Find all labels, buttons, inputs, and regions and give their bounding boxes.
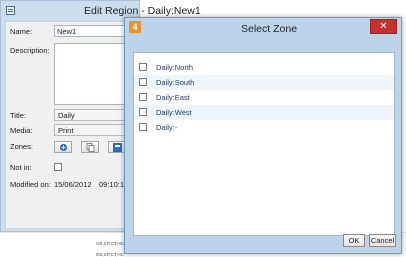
modified-date: 15/06/2012: [54, 180, 92, 189]
modified-label: Modified on:: [10, 180, 51, 189]
add-zone-icon: [59, 143, 68, 152]
select-zone-icon: [113, 143, 122, 152]
title-value: Daily: [58, 111, 75, 120]
zone-list-item[interactable]: Daily:North: [134, 60, 394, 75]
cancel-button[interactable]: Cancel: [369, 234, 396, 247]
zone-checkbox[interactable]: [139, 78, 147, 86]
zone-label: Daily:East: [156, 93, 190, 102]
zone-label: Daily:North: [156, 63, 194, 72]
zone-label: Daily:West: [156, 108, 192, 117]
zone-list-item[interactable]: Daily:South: [134, 75, 394, 90]
window-title: Edit Region - Daily:New1: [84, 5, 201, 17]
dialog-title: Select Zone: [241, 23, 298, 35]
zone-checkbox[interactable]: [139, 123, 147, 131]
media-label: Media:: [10, 126, 33, 135]
title-dropdown[interactable]: Daily ▾: [54, 109, 130, 121]
select-zone-dialog: 4 Select Zone ✕ Daily:North Daily:South …: [124, 17, 402, 254]
document-icon: [6, 6, 15, 15]
zone-checkbox[interactable]: [139, 63, 147, 71]
add-zone-button[interactable]: [54, 141, 72, 153]
zone-checkbox[interactable]: [139, 108, 147, 116]
copy-zone-button[interactable]: [81, 141, 99, 153]
zone-list-item[interactable]: Daily:-: [134, 120, 394, 135]
close-icon: ✕: [379, 21, 388, 32]
zones-label: Zones:: [10, 142, 33, 151]
edit-region-titlebar[interactable]: Edit Region - Daily:New1: [1, 1, 201, 21]
media-dropdown[interactable]: Print ▾: [54, 124, 130, 136]
zone-buttons: [54, 141, 134, 154]
not-in-checkbox[interactable]: [54, 163, 62, 171]
zone-label: Daily:South: [156, 78, 195, 87]
background-text: OS,CP,CT,HC: [96, 241, 124, 246]
edit-region-window: Edit Region - Daily:New1 Name: New1 Desc…: [0, 0, 201, 232]
zone-list-item[interactable]: Daily:East: [134, 90, 394, 105]
zone-list: Daily:North Daily:South Daily:East Daily…: [133, 52, 395, 236]
description-label: Description:: [10, 46, 50, 55]
zone-list-item[interactable]: Daily:West: [134, 105, 394, 120]
copy-icon: [86, 143, 95, 152]
close-button[interactable]: ✕: [370, 19, 397, 34]
select-zone-titlebar[interactable]: 4 Select Zone ✕: [125, 18, 401, 38]
background-text: OS,CP,CT,HC: [96, 252, 124, 257]
not-in-label: Not in:: [10, 163, 32, 172]
ok-button[interactable]: OK: [343, 234, 365, 247]
zone-checkbox[interactable]: [139, 93, 147, 101]
title-label: Title:: [10, 111, 26, 120]
edit-region-form: Name: New1 Description: Title: Daily ▾ M…: [5, 21, 138, 229]
app-icon: 4: [129, 21, 141, 33]
zone-label: Daily:-: [156, 123, 178, 132]
media-value: Print: [58, 126, 74, 135]
name-label: Name:: [10, 27, 33, 36]
